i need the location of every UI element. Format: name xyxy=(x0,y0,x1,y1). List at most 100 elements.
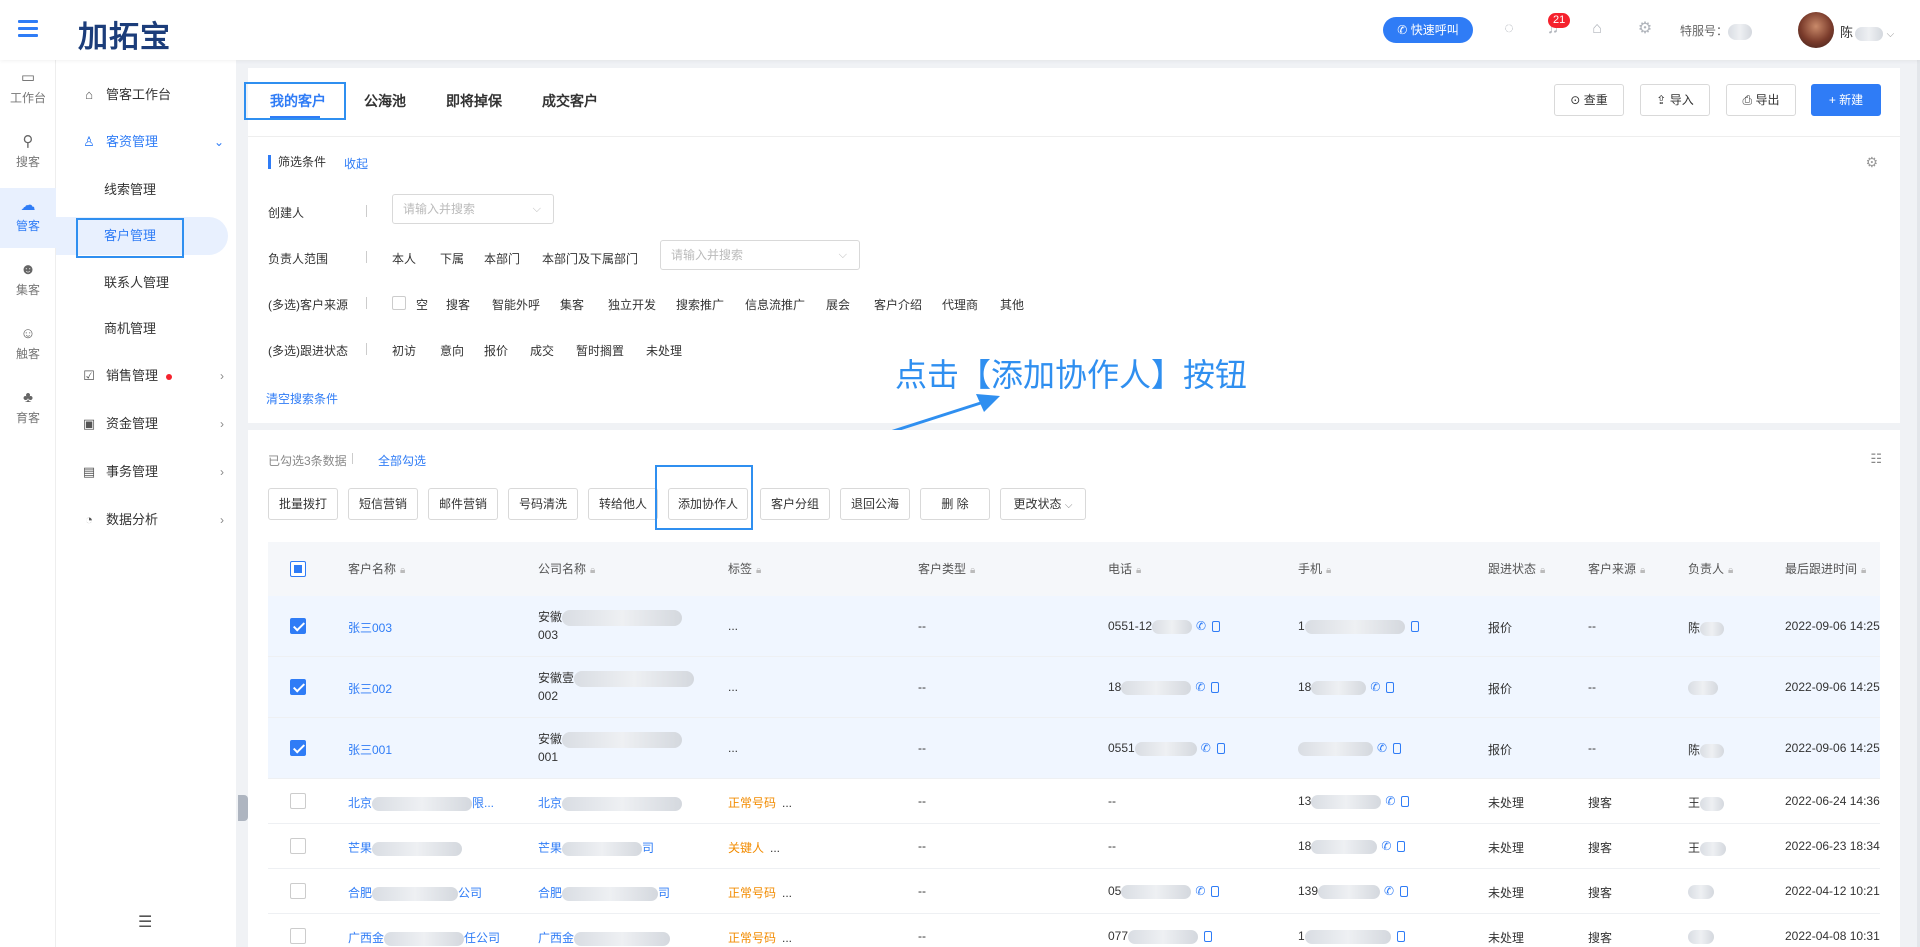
phone-icon[interactable]: ✆ xyxy=(1384,884,1394,898)
source-option[interactable]: 代理商 xyxy=(942,296,978,313)
home-icon[interactable]: ⌂ xyxy=(1588,20,1606,38)
source-option-empty[interactable]: 空 xyxy=(416,296,428,313)
mobile-icon[interactable] xyxy=(1211,682,1220,694)
customer-group-button[interactable]: 客户分组 xyxy=(760,488,830,520)
new-button[interactable]: + 新建 xyxy=(1811,84,1881,116)
mobile-icon[interactable] xyxy=(1401,796,1410,808)
import-button[interactable]: ⇪ 导入 xyxy=(1640,84,1710,116)
mobile-icon[interactable] xyxy=(1212,621,1221,633)
customer-name-link[interactable]: 芒果 xyxy=(348,839,463,856)
row-checkbox[interactable] xyxy=(290,679,306,695)
gear-icon[interactable]: ⚙ xyxy=(1865,154,1878,171)
owner-select[interactable]: 请输入并搜索 ⌵ xyxy=(660,240,860,270)
status-option[interactable]: 意向 xyxy=(440,342,464,359)
nav-item-resource-mgmt[interactable]: ♙ 客资管理 ⌄ xyxy=(56,122,236,162)
row-checkbox[interactable] xyxy=(290,618,306,634)
clear-search-link[interactable]: 清空搜索条件 xyxy=(266,390,338,407)
row-checkbox[interactable] xyxy=(290,928,306,944)
number-clean-button[interactable]: 号码清洗 xyxy=(508,488,578,520)
tab-public-pool[interactable]: 公海池 xyxy=(364,86,406,116)
status-option[interactable]: 暂时搁置 xyxy=(576,342,624,359)
source-option[interactable]: 搜索推广 xyxy=(676,296,724,313)
nav-item-sales[interactable]: ☑ 销售管理 › xyxy=(56,356,236,396)
phone-icon[interactable]: ✆ xyxy=(1201,741,1211,755)
rail-item-nurture[interactable]: ♣ 育客 xyxy=(0,380,56,440)
table-row[interactable]: 广西金 任公司 广西金 正常号码... -- 077 1 未处理 搜客 2022-… xyxy=(268,914,1880,947)
collapse-filter-link[interactable]: 收起 xyxy=(344,155,368,172)
rail-item-workbench[interactable]: ▭ 工作台 xyxy=(0,60,56,120)
table-row[interactable]: 合肥 公司 合肥司 正常号码... -- 05 ✆ 139 ✆ 未处理 搜客 2022… xyxy=(268,869,1880,914)
email-marketing-button[interactable]: 邮件营销 xyxy=(428,488,498,520)
rail-item-search[interactable]: ⚲ 搜客 xyxy=(0,124,56,184)
table-row[interactable]: 张三001 安徽 001 ... -- 0551 ✆ ✆ 报价 -- 陈 2022… xyxy=(268,718,1880,779)
tab-expiring[interactable]: 即将掉保 xyxy=(446,86,502,116)
row-checkbox[interactable] xyxy=(290,838,306,854)
rail-item-touch[interactable]: ☺ 触客 xyxy=(0,316,56,376)
settings-icon[interactable]: ⚙ xyxy=(1636,20,1654,38)
row-checkbox[interactable] xyxy=(290,793,306,809)
mobile-icon[interactable] xyxy=(1393,743,1402,755)
customer-name-link[interactable]: 张三003 xyxy=(348,619,392,636)
mobile-icon[interactable] xyxy=(1397,841,1406,853)
mobile-icon[interactable] xyxy=(1216,743,1225,755)
source-option[interactable]: 搜客 xyxy=(446,296,470,313)
phone-icon[interactable]: ✆ xyxy=(1195,884,1205,898)
batch-dial-button[interactable]: 批量拨打 xyxy=(268,488,338,520)
row-checkbox[interactable] xyxy=(290,883,306,899)
owner-option-department-sub[interactable]: 本部门及下属部门 xyxy=(542,250,638,267)
column-settings-icon[interactable]: ☷ xyxy=(1870,451,1882,467)
collapse-menu-icon[interactable]: ☰ xyxy=(138,912,152,932)
customer-name-link[interactable]: 广西金 任公司 xyxy=(348,929,500,946)
phone-icon[interactable]: ✆ xyxy=(1196,619,1206,633)
source-option[interactable]: 集客 xyxy=(560,296,584,313)
rail-item-collect[interactable]: ☻ 集客 xyxy=(0,252,56,312)
row-checkbox[interactable] xyxy=(290,740,306,756)
mobile-icon[interactable] xyxy=(1396,931,1405,943)
header-checkbox[interactable] xyxy=(290,561,306,577)
avatar[interactable] xyxy=(1798,12,1834,48)
owner-option-department[interactable]: 本部门 xyxy=(484,250,520,267)
mobile-icon[interactable] xyxy=(1386,682,1395,694)
return-pool-button[interactable]: 退回公海 xyxy=(840,488,910,520)
phone-icon[interactable]: ✆ xyxy=(1381,839,1391,853)
creator-select[interactable]: 请输入并搜索 ⌵ xyxy=(392,194,554,224)
customer-name-link[interactable]: 张三002 xyxy=(348,680,392,697)
owner-option-self[interactable]: 本人 xyxy=(392,250,416,267)
nav-item-affairs[interactable]: ▤ 事务管理 › xyxy=(56,452,236,492)
source-option[interactable]: 其他 xyxy=(1000,296,1024,313)
status-option[interactable]: 未处理 xyxy=(646,342,682,359)
source-option[interactable]: 客户介绍 xyxy=(874,296,922,313)
nav-item-contacts[interactable]: 联系人管理 xyxy=(56,264,236,302)
table-row[interactable]: 张三003 安徽 003 ... -- 0551-12 ✆ 1 报价 -- 陈 2… xyxy=(268,596,1880,657)
phone-icon[interactable]: ✆ xyxy=(1370,680,1380,694)
company-link[interactable]: 芒果司 xyxy=(538,839,654,856)
sms-marketing-button[interactable]: 短信营销 xyxy=(348,488,418,520)
nav-item-workbench[interactable]: ⌂ 管客工作台 xyxy=(56,75,236,115)
source-empty-checkbox[interactable] xyxy=(392,296,406,310)
company-link[interactable]: 合肥司 xyxy=(538,884,670,901)
select-all-link[interactable]: 全部勾选 xyxy=(378,452,426,469)
rail-item-manage[interactable]: ☁ 管客 xyxy=(0,188,56,248)
phone-icon[interactable]: ✆ xyxy=(1385,794,1395,808)
status-option[interactable]: 报价 xyxy=(484,342,508,359)
customer-name-link[interactable]: 合肥 公司 xyxy=(348,884,482,901)
nav-item-leads[interactable]: 线索管理 xyxy=(56,171,236,209)
export-button[interactable]: ⎙ 导出 xyxy=(1726,84,1796,116)
source-option[interactable]: 独立开发 xyxy=(608,296,656,313)
mobile-icon[interactable] xyxy=(1204,931,1213,943)
user-name[interactable]: 陈 ⌵ xyxy=(1840,22,1894,41)
source-option[interactable]: 信息流推广 xyxy=(745,296,805,313)
table-row[interactable]: 张三002 安徽壹 002 ... -- 18 ✆ 18 ✆ 报价 -- 2022-… xyxy=(268,657,1880,718)
mobile-icon[interactable] xyxy=(1211,886,1220,898)
menu-icon[interactable] xyxy=(18,20,38,37)
change-status-button[interactable]: 更改状态 ⌵ xyxy=(1000,488,1086,520)
transfer-button[interactable]: 转给他人 xyxy=(588,488,658,520)
quick-call-button[interactable]: ✆ 快速呼叫 xyxy=(1383,17,1473,43)
status-option[interactable]: 初访 xyxy=(392,342,416,359)
customer-name-link[interactable]: 北京 限... xyxy=(348,794,494,811)
tab-closed-customers[interactable]: 成交客户 xyxy=(542,86,598,116)
owner-option-subordinate[interactable]: 下属 xyxy=(440,250,464,267)
headset-icon[interactable]: ◌ xyxy=(1500,20,1518,38)
nav-item-opportunities[interactable]: 商机管理 xyxy=(56,310,236,348)
company-link[interactable]: 广西金 xyxy=(538,929,671,946)
